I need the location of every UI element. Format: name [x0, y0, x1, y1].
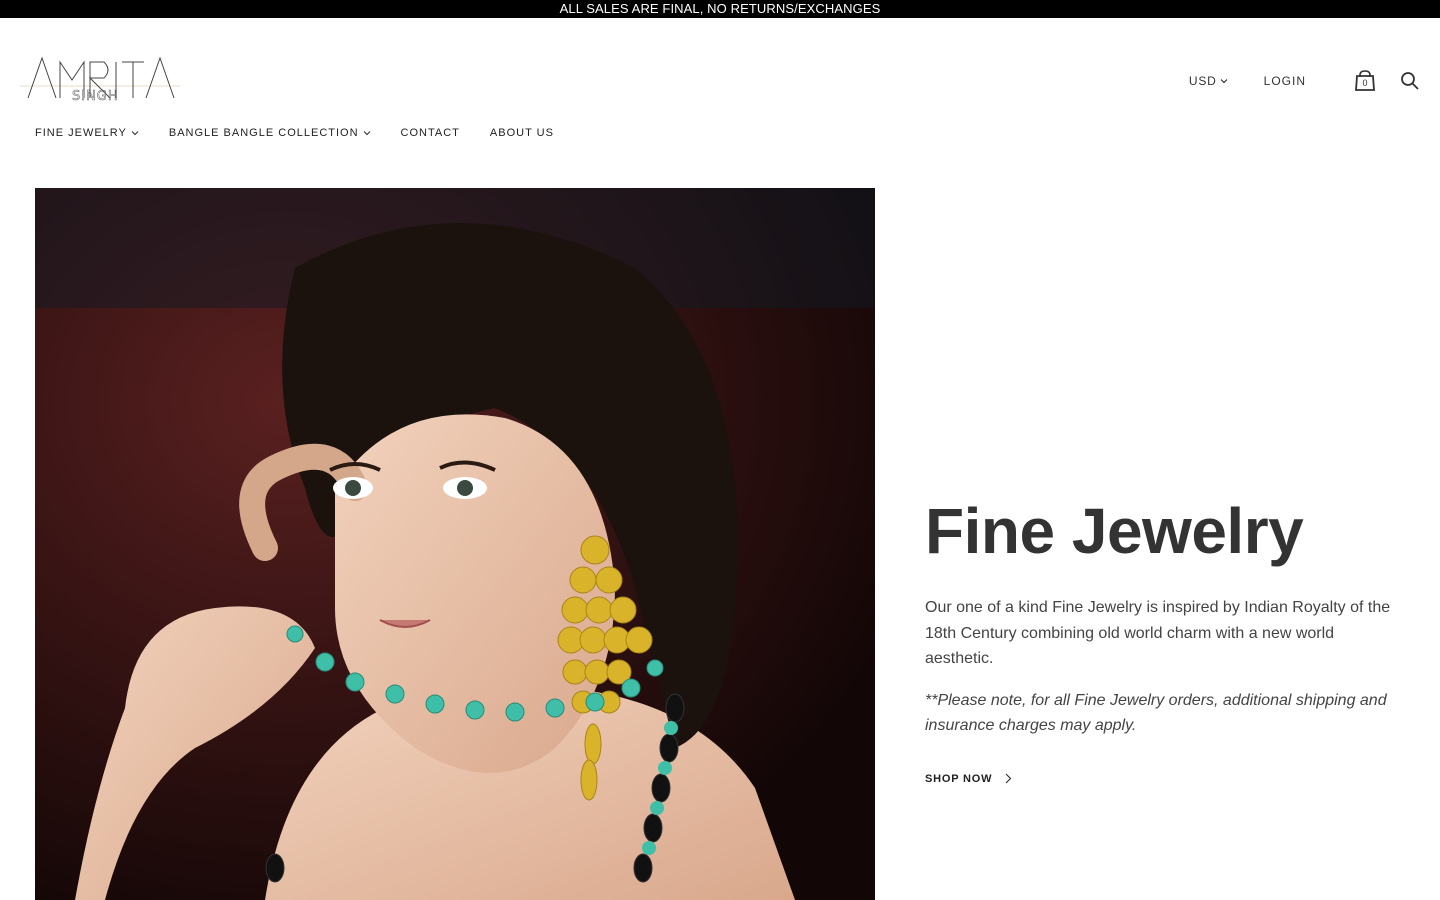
feature-description: Our one of a kind Fine Jewelry is inspir…	[925, 599, 1391, 667]
nav-item-fine-jewelry[interactable]: FINE JEWELRY	[35, 127, 139, 139]
search-icon	[1401, 72, 1419, 90]
nav-item-label: BANGLE BANGLE COLLECTION	[168, 127, 359, 139]
hero-image	[35, 188, 875, 900]
amrita-singh-logo: SINGH	[20, 56, 180, 104]
feature-note: **Please note, for all Fine Jewelry orde…	[925, 691, 1387, 735]
svg-text:SINGH: SINGH	[72, 89, 119, 104]
announcement-bar: ALL SALES ARE FINAL, NO RETURNS/EXCHANGE…	[0, 0, 1440, 18]
nav-item-label: ABOUT US	[489, 127, 554, 139]
main-nav: FINE JEWELRY BANGLE BANGLE COLLECTION CO…	[35, 127, 584, 139]
currency-selector[interactable]: USD	[1189, 74, 1228, 88]
shop-now-link[interactable]: SHOP NOW	[925, 773, 1012, 785]
model-jewelry-photo	[35, 188, 875, 900]
feature-section: Fine Jewelry Our one of a kind Fine Jewe…	[925, 495, 1405, 787]
chevron-down-icon	[363, 131, 370, 136]
header-utilities: USD LOGIN 0	[1189, 68, 1420, 94]
site-logo[interactable]: SINGH	[20, 52, 180, 104]
login-link[interactable]: LOGIN	[1264, 74, 1306, 88]
shop-now-label: SHOP NOW	[925, 772, 993, 785]
chevron-down-icon	[131, 131, 139, 136]
nav-item-bangle-bangle-collection[interactable]: BANGLE BANGLE COLLECTION	[169, 127, 371, 139]
feature-title: Fine Jewelry	[925, 495, 1304, 567]
nav-item-label: CONTACT	[400, 127, 460, 139]
cart-button[interactable]: 0	[1354, 69, 1376, 93]
chevron-down-icon	[1220, 79, 1228, 84]
nav-item-contact[interactable]: CONTACT	[401, 127, 460, 139]
nav-item-about-us[interactable]: ABOUT US	[490, 127, 554, 139]
cart-count: 0	[1362, 78, 1368, 88]
search-button[interactable]	[1400, 71, 1420, 91]
currency-label: USD	[1188, 74, 1217, 88]
chevron-right-icon	[1005, 773, 1012, 784]
nav-item-label: FINE JEWELRY	[35, 127, 127, 139]
